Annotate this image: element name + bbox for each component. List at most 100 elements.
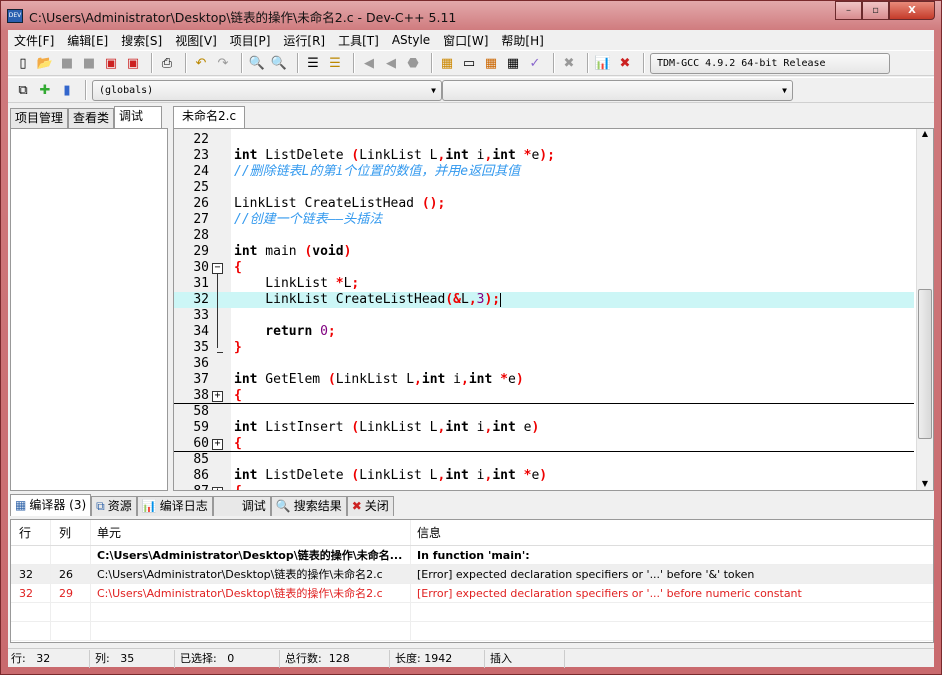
code-text: int main (void)	[234, 244, 351, 260]
fold-expand-icon[interactable]: +	[212, 487, 223, 490]
minimize-button[interactable]: –	[835, 1, 862, 20]
menu-item[interactable]: 帮助[H]	[501, 32, 543, 49]
save-icon[interactable]: ■	[58, 54, 76, 72]
tab-left-panel[interactable]: 查看类	[68, 108, 115, 128]
replace-icon[interactable]: 🔍	[270, 54, 288, 72]
new-file-icon[interactable]: ▯	[14, 54, 32, 72]
tab-bottom-panel[interactable]: 调试	[212, 496, 271, 516]
tab-bottom-panel[interactable]: 📊 编译日志	[136, 496, 213, 516]
rebuild-icon[interactable]: ▦	[504, 54, 522, 72]
line-number: 87	[174, 484, 209, 490]
col-value: 35	[120, 651, 135, 665]
scroll-up-icon[interactable]: ▲	[917, 129, 933, 138]
code-line[interactable]: 37 int GetElem (LinkList L,int i,int *e)	[174, 372, 914, 388]
code-token: return	[234, 324, 321, 339]
menu-item[interactable]: 窗口[W]	[443, 32, 488, 49]
tab-left-panel[interactable]: 调试	[114, 106, 163, 128]
redo-icon[interactable]: ↷	[214, 54, 232, 72]
print-icon[interactable]: ⎙	[158, 54, 176, 72]
column-header[interactable]: 单元	[91, 520, 411, 545]
code-line[interactable]: 27 //创建一个链表——头插法	[174, 212, 914, 228]
save-all-icon[interactable]: ■	[80, 54, 98, 72]
scrollbar-thumb[interactable]	[918, 289, 932, 439]
devcpp-icon: DEV	[7, 9, 23, 23]
syntax-check-icon[interactable]: ✓	[526, 54, 544, 72]
compile-run-icon[interactable]: ▦	[482, 54, 500, 72]
menu-item[interactable]: AStyle	[392, 33, 430, 47]
stop-icon[interactable]: ✖	[560, 54, 578, 72]
tab-bottom-panel[interactable]: ▦ 编译器 (3)	[10, 494, 92, 516]
menu-item[interactable]: 项目[P]	[230, 32, 271, 49]
open-file-icon[interactable]: 📂	[36, 54, 54, 72]
menu-item[interactable]: 编辑[E]	[67, 32, 108, 49]
column-header[interactable]: 行	[11, 520, 51, 545]
fold-expand-icon[interactable]: +	[212, 439, 223, 450]
code-line[interactable]: 87+ {	[174, 484, 914, 490]
run-icon[interactable]: ▭	[460, 54, 478, 72]
vertical-scrollbar[interactable]: ▲ ▼	[916, 129, 933, 490]
indent-icon[interactable]: ☰	[304, 54, 322, 72]
scroll-down-icon[interactable]: ▼	[917, 479, 933, 488]
code-line[interactable]: 29 int main (void)	[174, 244, 914, 260]
compile-icon[interactable]: ▦	[438, 54, 456, 72]
menu-item[interactable]: 文件[F]	[14, 32, 54, 49]
message-row[interactable]: 32 26 C:\Users\Administrator\Desktop\链表的操作…	[11, 565, 933, 584]
code-line[interactable]: 38 + {	[174, 388, 914, 404]
undo-icon[interactable]: ↶	[192, 54, 210, 72]
delete-profile-icon[interactable]: ✖	[616, 54, 634, 72]
code-line[interactable]: 25	[174, 180, 914, 196]
code-line[interactable]: 85	[174, 452, 914, 468]
menu-item[interactable]: 搜索[S]	[121, 32, 162, 49]
code-line[interactable]: 24 //删除链表L的第i个位置的数值，并用e返回其值	[174, 164, 914, 180]
member-select[interactable]: ▼	[442, 79, 793, 101]
code-editor[interactable]: 22 23 int ListDelete (LinkList L,int i,int…	[173, 128, 934, 491]
code-line[interactable]: 28	[174, 228, 914, 244]
code-line[interactable]: 86 int ListDelete (LinkList L,int i,int *…	[174, 468, 914, 484]
remove-from-project-icon[interactable]: ▮	[58, 81, 76, 99]
code-line[interactable]: 35}	[174, 340, 914, 356]
maximize-button[interactable]: ▫	[862, 1, 889, 20]
code-line[interactable]: 36	[174, 356, 914, 372]
tab-editor-file[interactable]: 未命名2.c	[173, 106, 246, 128]
message-row[interactable]: 32 29 C:\Users\Administrator\Desktop\链表的操作…	[11, 584, 933, 603]
code-line[interactable]: 58	[174, 404, 914, 420]
code-line[interactable]: 26 LinkList CreateListHead ();	[174, 196, 914, 212]
tab-bottom-panel[interactable]: ✖ 关闭	[346, 496, 394, 516]
column-header[interactable]: 信息	[411, 520, 933, 545]
toggle-bookmark-icon[interactable]: ⬣	[404, 54, 422, 72]
close-all-icon[interactable]: ▣	[124, 54, 142, 72]
code-line[interactable]: 30−{	[174, 260, 914, 276]
fold-expand-icon[interactable]: +	[212, 391, 223, 402]
profile-icon[interactable]: 📊	[594, 54, 612, 72]
menu-item[interactable]: 工具[T]	[338, 32, 379, 49]
menu-item[interactable]: 视图[V]	[175, 32, 217, 49]
code-line[interactable]: 32 LinkList CreateListHead(&L,3);	[174, 292, 914, 308]
bookmark-prev-icon[interactable]: ◀	[360, 54, 378, 72]
message-msg: In function 'main':	[417, 549, 530, 562]
tab-left-panel[interactable]: 项目管理	[10, 108, 69, 128]
compiler-select[interactable]: TDM-GCC 4.9.2 64-bit Release	[650, 52, 890, 74]
menu-item[interactable]: 运行[R]	[283, 32, 325, 49]
code-line[interactable]: 31 LinkList *L;	[174, 276, 914, 292]
message-row[interactable]: C:\Users\Administrator\Desktop\链表的操作\未命名…	[11, 546, 933, 565]
column-header[interactable]: 列	[51, 520, 91, 545]
close-button[interactable]: X	[889, 1, 935, 20]
code-line[interactable]: 22	[174, 132, 914, 148]
new-project-icon[interactable]: ⧉	[14, 81, 32, 99]
message-row[interactable]	[11, 622, 933, 641]
bookmark-next-icon[interactable]: ◀	[382, 54, 400, 72]
code-line[interactable]: 33	[174, 308, 914, 324]
find-icon[interactable]: 🔍	[248, 54, 266, 72]
goto-line-icon[interactable]: ☰	[326, 54, 344, 72]
message-row[interactable]	[11, 603, 933, 622]
fold-collapse-icon[interactable]: −	[212, 263, 223, 274]
code-line[interactable]: 60 + {	[174, 436, 914, 452]
code-line[interactable]: 59 int ListInsert (LinkList L,int i,int e…	[174, 420, 914, 436]
close-file-icon[interactable]: ▣	[102, 54, 120, 72]
tab-bottom-panel[interactable]: ⧉ 资源	[91, 496, 137, 516]
code-line[interactable]: 34 return 0;	[174, 324, 914, 340]
add-to-project-icon[interactable]: ✚	[36, 81, 54, 99]
scope-select[interactable]: (globals) ▼	[92, 79, 442, 101]
tab-bottom-panel[interactable]: 🔍 搜索结果	[270, 496, 347, 516]
code-line[interactable]: 23 int ListDelete (LinkList L,int i,int *…	[174, 148, 914, 164]
